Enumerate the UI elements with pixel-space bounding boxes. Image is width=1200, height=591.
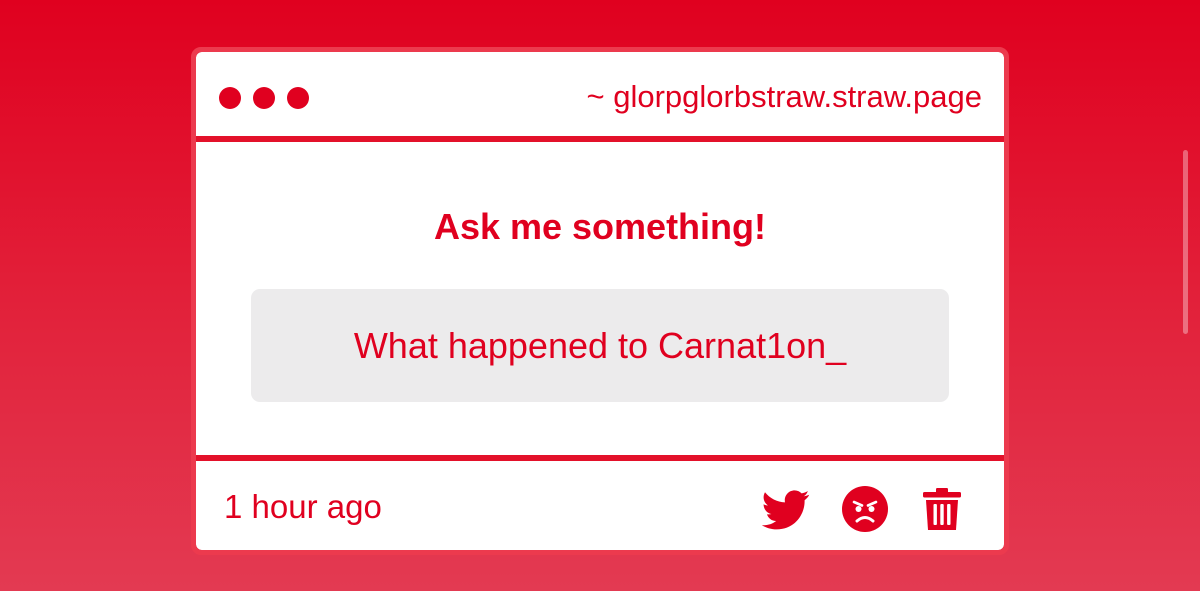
page-url[interactable]: ~ glorpglorbstraw.straw.page bbox=[587, 79, 982, 115]
question-card: ~ glorpglorbstraw.straw.page Ask me some… bbox=[191, 47, 1009, 555]
scrollbar[interactable] bbox=[1183, 150, 1188, 334]
twitter-icon[interactable] bbox=[762, 485, 810, 533]
card-header: ~ glorpglorbstraw.straw.page bbox=[196, 52, 1004, 136]
angry-face-icon[interactable] bbox=[841, 485, 889, 533]
card-footer: 1 hour ago bbox=[196, 461, 1004, 550]
window-dot bbox=[287, 87, 309, 109]
prompt-title: Ask me something! bbox=[433, 206, 767, 247]
window-dots bbox=[219, 87, 309, 109]
window-dot bbox=[253, 87, 275, 109]
window-dot bbox=[219, 87, 241, 109]
trash-icon[interactable] bbox=[918, 485, 966, 533]
timestamp: 1 hour ago bbox=[224, 488, 382, 525]
question-text: What happened to Carnat1on_ bbox=[353, 324, 847, 366]
question-box: What happened to Carnat1on_ bbox=[251, 289, 949, 402]
card-body: Ask me something! What happened to Carna… bbox=[196, 142, 1004, 455]
